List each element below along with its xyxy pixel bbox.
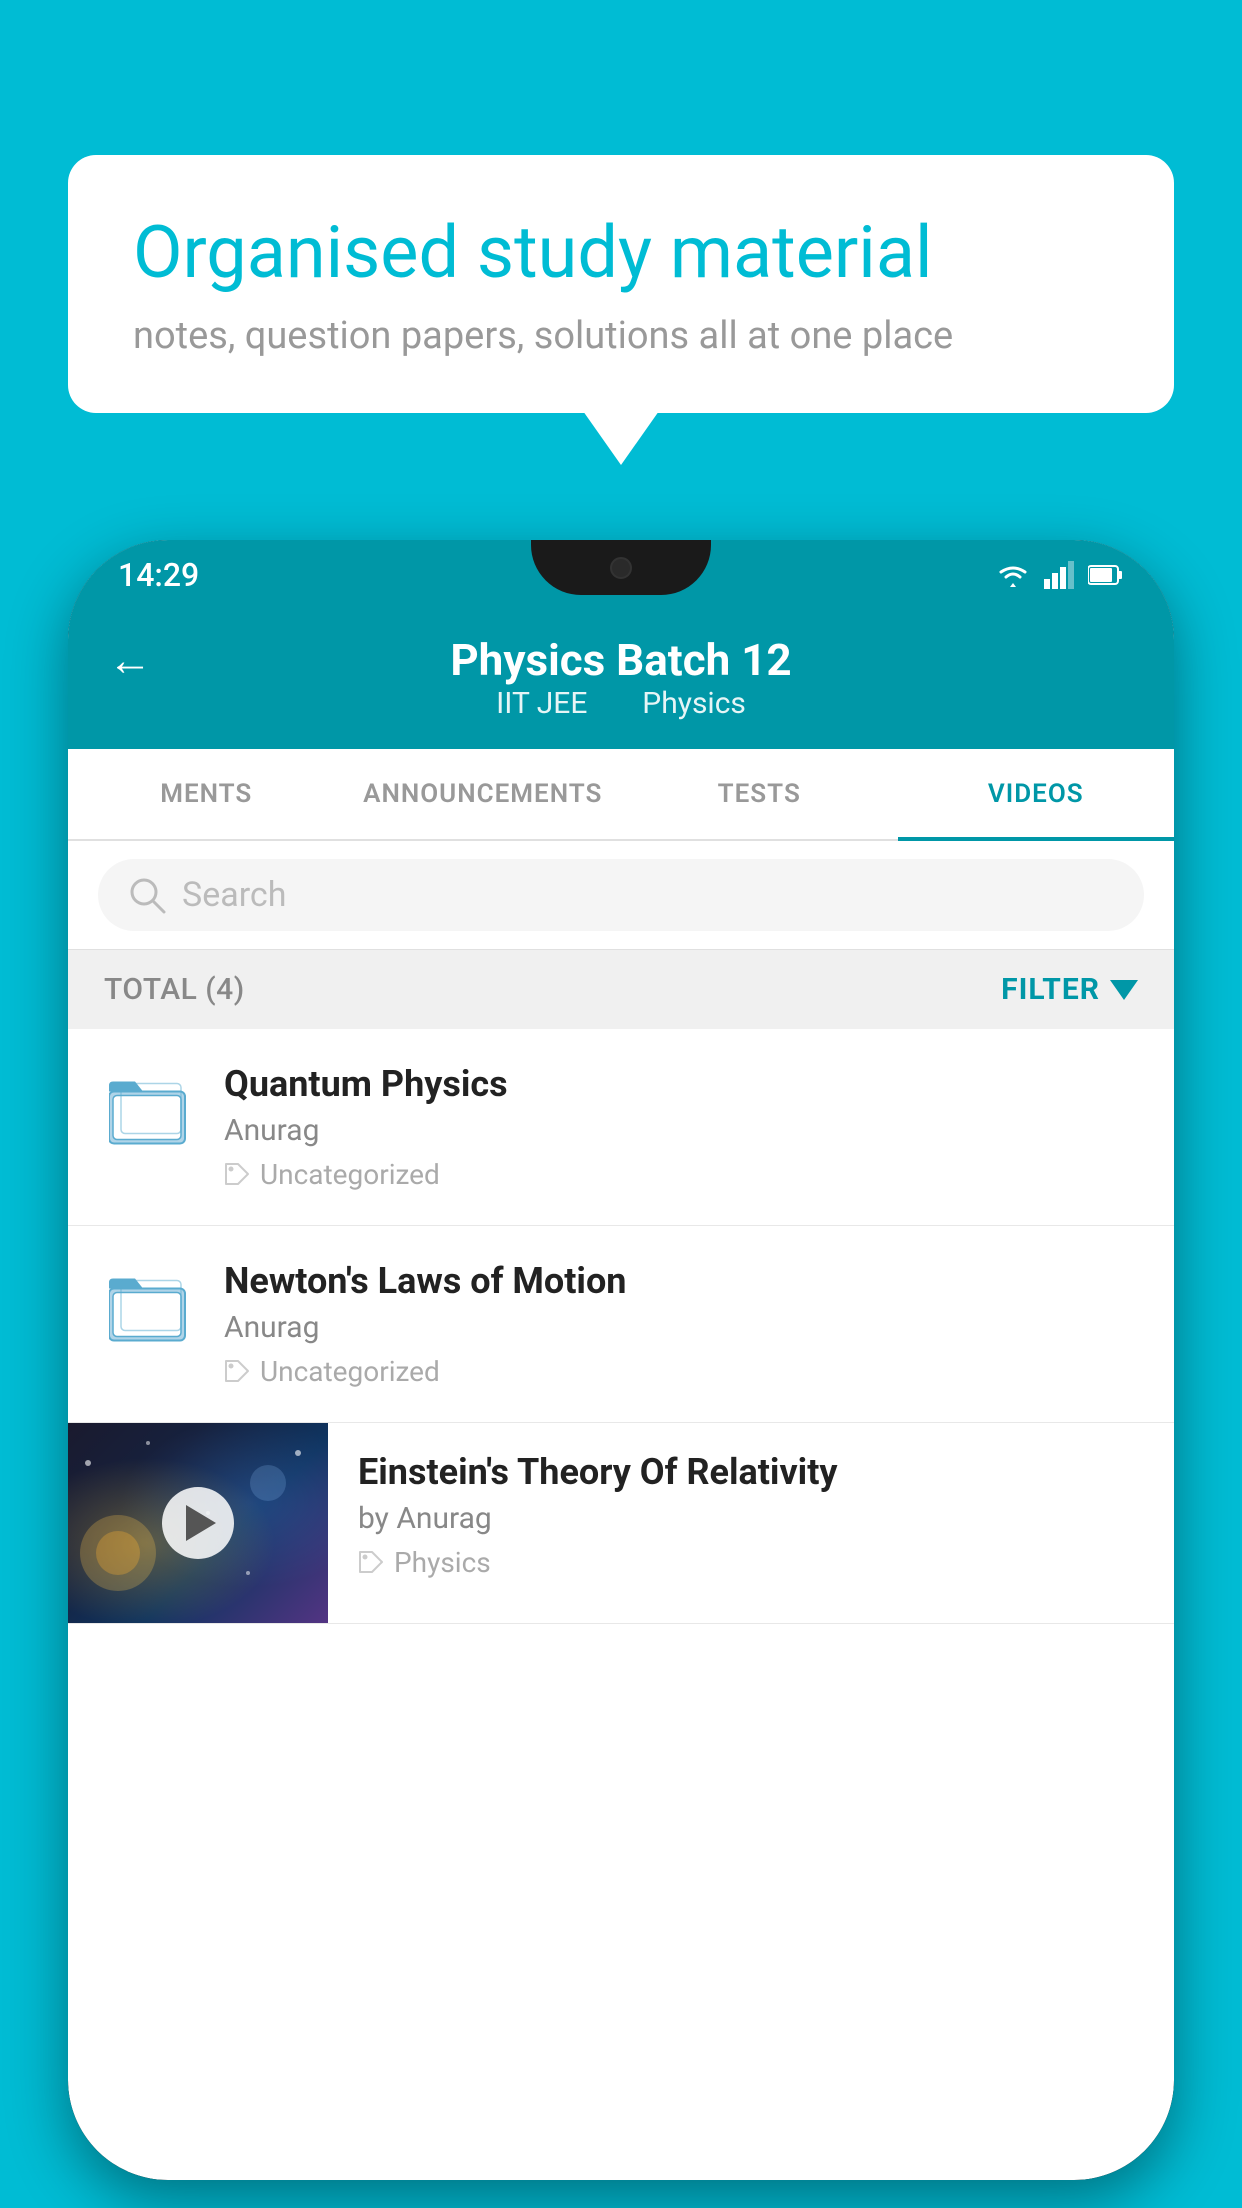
- wifi-icon: [996, 561, 1030, 589]
- video-title: Einstein's Theory Of Relativity: [358, 1451, 1144, 1493]
- video-tag-row: Physics: [358, 1546, 1144, 1579]
- total-count: TOTAL (4): [104, 972, 245, 1007]
- filter-button[interactable]: FILTER: [1001, 972, 1138, 1007]
- folder-icon-container: [104, 1264, 194, 1354]
- header-tags: IIT JEE Physics: [496, 686, 746, 721]
- filter-triangle-icon: [1110, 980, 1138, 1000]
- list-item[interactable]: Newton's Laws of Motion Anurag Uncategor…: [68, 1226, 1174, 1423]
- speech-bubble: Organised study material notes, question…: [68, 155, 1174, 413]
- item-content: Newton's Laws of Motion Anurag Uncategor…: [224, 1260, 1138, 1388]
- video-author: by Anurag: [358, 1501, 1144, 1536]
- video-thumbnail: [68, 1423, 328, 1623]
- status-time: 14:29: [118, 556, 199, 594]
- header-tag-physics: Physics: [642, 686, 746, 721]
- tab-announcements[interactable]: ANNOUNCEMENTS: [345, 749, 622, 839]
- camera-dot: [610, 557, 632, 579]
- item-title: Quantum Physics: [224, 1063, 1138, 1105]
- search-icon: [128, 876, 166, 914]
- play-button[interactable]: [162, 1487, 234, 1559]
- video-content: Einstein's Theory Of Relativity by Anura…: [328, 1423, 1174, 1607]
- app-header: ← Physics Batch 12 IIT JEE Physics: [68, 610, 1174, 749]
- back-button[interactable]: ←: [108, 634, 152, 686]
- folder-icon: [109, 1075, 189, 1150]
- tag-icon: [224, 1359, 250, 1385]
- search-placeholder: Search: [182, 875, 286, 915]
- folder-icon: [109, 1272, 189, 1347]
- tag-icon: [358, 1550, 384, 1576]
- item-tag-row: Uncategorized: [224, 1158, 1138, 1191]
- search-bar[interactable]: Search: [98, 859, 1144, 931]
- tag-icon: [224, 1162, 250, 1188]
- bubble-subtitle: notes, question papers, solutions all at…: [133, 314, 1109, 358]
- search-container: Search: [68, 841, 1174, 950]
- item-tag-row: Uncategorized: [224, 1355, 1138, 1388]
- tab-videos[interactable]: VIDEOS: [898, 749, 1175, 839]
- signal-icon: [1044, 561, 1074, 589]
- bubble-title: Organised study material: [133, 210, 1109, 296]
- battery-icon: [1088, 564, 1124, 586]
- folder-icon-container: [104, 1067, 194, 1157]
- tabs-bar: MENTS ANNOUNCEMENTS TESTS VIDEOS: [68, 749, 1174, 841]
- status-bar: 14:29: [68, 540, 1174, 610]
- item-content: Quantum Physics Anurag Uncategorized: [224, 1063, 1138, 1191]
- phone-shell: 14:29: [68, 540, 1174, 2180]
- tab-tests[interactable]: TESTS: [621, 749, 898, 839]
- play-triangle-icon: [186, 1505, 216, 1541]
- filter-bar: TOTAL (4) FILTER: [68, 950, 1174, 1029]
- item-title: Newton's Laws of Motion: [224, 1260, 1138, 1302]
- header-row: ← Physics Batch 12: [108, 634, 1134, 686]
- notch: [531, 540, 711, 595]
- header-title: Physics Batch 12: [450, 634, 791, 686]
- header-tag-iitjee: IIT JEE: [496, 686, 587, 721]
- status-icons: [996, 561, 1124, 589]
- item-author: Anurag: [224, 1113, 1138, 1148]
- tab-ments[interactable]: MENTS: [68, 749, 345, 839]
- item-author: Anurag: [224, 1310, 1138, 1345]
- phone-inner: 14:29: [68, 540, 1174, 2180]
- list-item[interactable]: Quantum Physics Anurag Uncategorized: [68, 1029, 1174, 1226]
- header-tag-separator: [607, 686, 622, 721]
- list-item-video[interactable]: Einstein's Theory Of Relativity by Anura…: [68, 1423, 1174, 1624]
